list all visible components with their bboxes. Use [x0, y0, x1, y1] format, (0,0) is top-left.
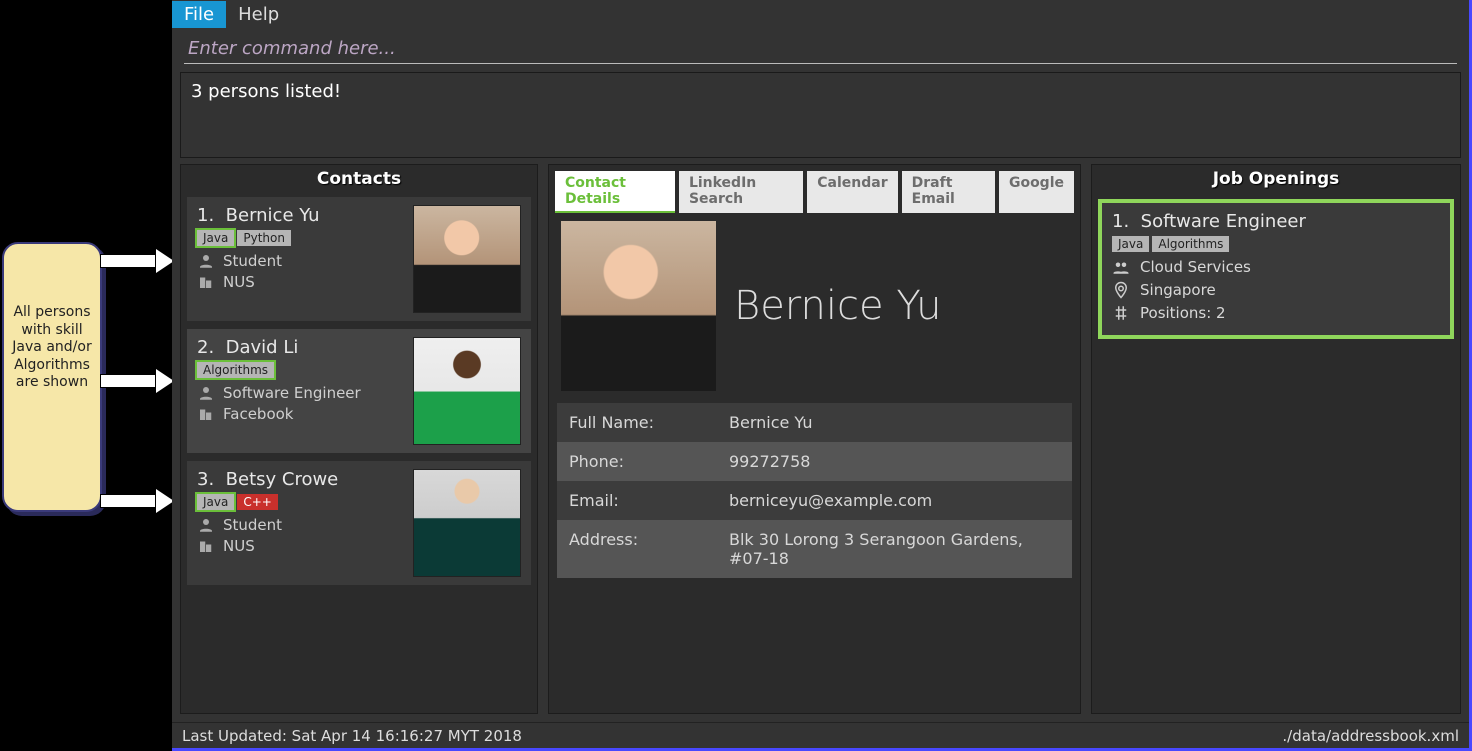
contact-org: NUS: [223, 537, 255, 555]
contact-photo: [413, 469, 521, 577]
annotation-callout: All persons with skill Java and/or Algor…: [2, 242, 102, 512]
contact-name: Betsy Crowe: [226, 469, 339, 490]
command-input[interactable]: Enter command here...: [184, 34, 1457, 64]
skill-tag: C++: [237, 494, 278, 510]
contact-index: 2.: [197, 337, 214, 358]
job-index: 1.: [1112, 211, 1129, 232]
tab-calendar[interactable]: Calendar: [807, 171, 897, 213]
annotation-arrow: [100, 252, 174, 270]
skill-tag: Java: [1112, 236, 1149, 252]
job-title: Software Engineer: [1141, 211, 1306, 232]
annotation-arrow: [100, 372, 174, 390]
person-icon: [197, 252, 215, 270]
menubar: File Help: [172, 0, 1469, 28]
result-output: 3 persons listed!: [180, 72, 1461, 158]
location-icon: [1112, 281, 1130, 299]
hash-icon: [1112, 304, 1130, 322]
contact-role: Software Engineer: [223, 384, 361, 402]
detail-value: berniceyu@example.com: [717, 481, 1072, 520]
detail-name: Bernice Yu: [734, 283, 942, 329]
contact-card[interactable]: 2. David Li Algorithms Software Engineer…: [187, 329, 531, 453]
jobs-title: Job Openings: [1092, 165, 1460, 193]
skill-tag: Python: [237, 230, 291, 246]
person-icon: [197, 384, 215, 402]
detail-value: 99272758: [717, 442, 1072, 481]
detail-value: Bernice Yu: [717, 403, 1072, 442]
result-text: 3 persons listed!: [191, 81, 341, 102]
menu-help[interactable]: Help: [226, 1, 291, 28]
detail-row: Phone: 99272758: [557, 442, 1072, 481]
job-card[interactable]: 1. Software Engineer Java Algorithms Clo…: [1098, 199, 1454, 339]
annotation-text: All persons with skill Java and/or Algor…: [12, 304, 91, 390]
contact-photo: [413, 205, 521, 313]
contact-photo: [413, 337, 521, 445]
details-panel: Contact Details LinkedIn Search Calendar…: [548, 164, 1081, 714]
skill-tag: Java: [197, 494, 234, 510]
tab-bar: Contact Details LinkedIn Search Calendar…: [549, 165, 1080, 213]
tab-draft-email[interactable]: Draft Email: [902, 171, 995, 213]
job-location: Singapore: [1140, 281, 1216, 299]
contact-role: Student: [223, 516, 282, 534]
contact-name: Bernice Yu: [226, 205, 320, 226]
skill-tag: Java: [197, 230, 234, 246]
detail-value: Blk 30 Lorong 3 Serangoon Gardens, #07-1…: [717, 520, 1072, 578]
tab-linkedin-search[interactable]: LinkedIn Search: [679, 171, 803, 213]
status-last-updated: Last Updated: Sat Apr 14 16:16:27 MYT 20…: [182, 727, 522, 745]
contact-org: Facebook: [223, 405, 293, 423]
status-filepath: ./data/addressbook.xml: [1282, 727, 1459, 745]
detail-photo: [561, 221, 716, 391]
contact-org: NUS: [223, 273, 255, 291]
person-icon: [197, 516, 215, 534]
job-company: Cloud Services: [1140, 258, 1251, 276]
jobs-panel: Job Openings 1. Software Engineer Java A…: [1091, 164, 1461, 714]
annotation-arrow: [100, 492, 174, 510]
contact-index: 1.: [197, 205, 214, 226]
contact-name: David Li: [226, 337, 299, 358]
contact-card[interactable]: 3. Betsy Crowe Java C++ Student NUS: [187, 461, 531, 585]
detail-label: Email:: [557, 481, 717, 520]
group-icon: [1112, 258, 1130, 276]
building-icon: [197, 405, 215, 423]
skill-tag: Algorithms: [197, 362, 274, 378]
job-positions: Positions: 2: [1140, 304, 1226, 322]
building-icon: [197, 273, 215, 291]
contacts-panel: Contacts 1. Bernice Yu Java Python Stude…: [180, 164, 538, 714]
contact-card[interactable]: 1. Bernice Yu Java Python Student NUS: [187, 197, 531, 321]
menu-file[interactable]: File: [172, 1, 226, 28]
building-icon: [197, 537, 215, 555]
contact-role: Student: [223, 252, 282, 270]
detail-row: Address: Blk 30 Lorong 3 Serangoon Garde…: [557, 520, 1072, 578]
detail-row: Email: berniceyu@example.com: [557, 481, 1072, 520]
detail-label: Address:: [557, 520, 717, 578]
contact-index: 3.: [197, 469, 214, 490]
detail-label: Full Name:: [557, 403, 717, 442]
detail-label: Phone:: [557, 442, 717, 481]
app-window: File Help Enter command here... 3 person…: [172, 0, 1472, 751]
status-bar: Last Updated: Sat Apr 14 16:16:27 MYT 20…: [172, 722, 1469, 748]
detail-row: Full Name: Bernice Yu: [557, 403, 1072, 442]
contacts-title: Contacts: [181, 165, 537, 193]
skill-tag: Algorithms: [1152, 236, 1229, 252]
detail-table: Full Name: Bernice Yu Phone: 99272758 Em…: [557, 403, 1072, 578]
tab-contact-details[interactable]: Contact Details: [555, 171, 675, 213]
tab-google[interactable]: Google: [999, 171, 1074, 213]
